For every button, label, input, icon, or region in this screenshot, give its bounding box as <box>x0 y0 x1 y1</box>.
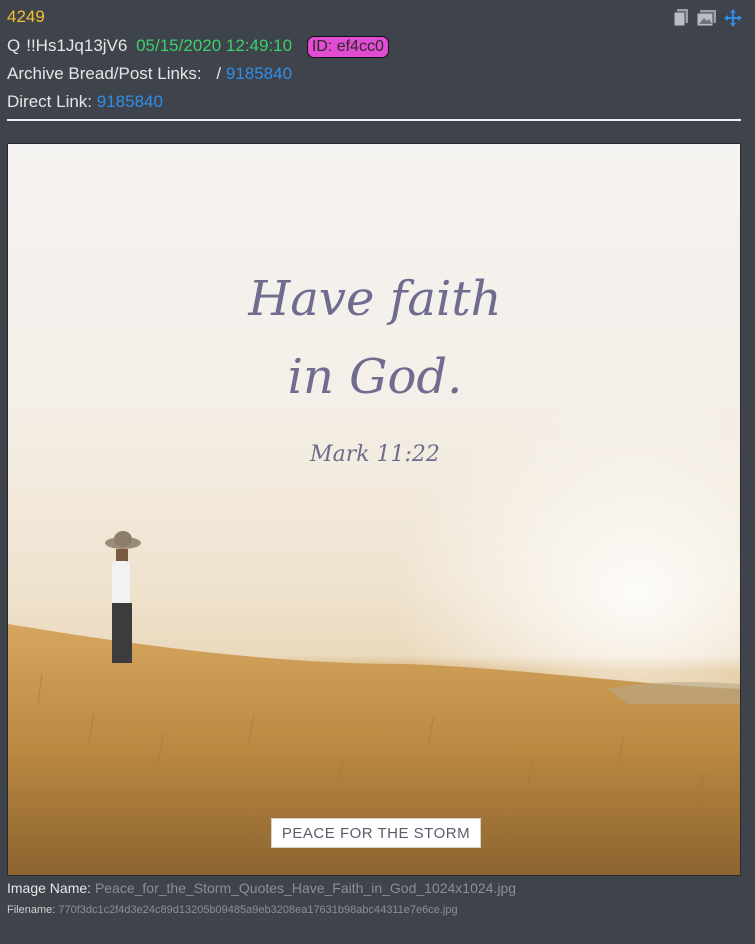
divider <box>7 119 741 121</box>
direct-link-row: Direct Link: 9185840 <box>7 92 163 112</box>
image-name-row: Image Name: Peace_for_the_Storm_Quotes_H… <box>7 880 516 896</box>
brand-label: PEACE FOR THE STORM <box>271 818 481 848</box>
post-tripcode: !!Hs1Jq13jV6 <box>26 36 128 55</box>
grass-field <box>8 624 740 875</box>
archive-label: Archive Bread/Post Links: <box>7 64 202 83</box>
post-image[interactable]: Have faith in God. Mark 11:22 PEACE FOR … <box>7 143 741 876</box>
quote-line-2: in God. <box>287 349 463 405</box>
post-number: 4249 <box>7 7 45 26</box>
id-badge[interactable]: ID: ef4cc0 <box>306 36 389 58</box>
quote-reference: Mark 11:22 <box>310 442 440 467</box>
person-figure <box>105 531 141 663</box>
image-icon[interactable] <box>697 8 717 28</box>
archive-link[interactable]: 9185840 <box>226 64 292 83</box>
copy-icon[interactable] <box>671 8 691 28</box>
post-datetime: 05/15/2020 12:49:10 <box>136 36 293 55</box>
post-author: Q <box>7 36 21 55</box>
filename-row: Filename: 770f3dc1c2f4d3e24c89d13205b094… <box>7 904 458 916</box>
move-icon[interactable] <box>723 8 743 28</box>
quote-line-1: Have faith <box>248 271 502 327</box>
image-name-value[interactable]: Peace_for_the_Storm_Quotes_Have_Faith_in… <box>95 880 516 896</box>
image-name-label: Image Name: <box>7 880 92 896</box>
direct-link-label: Direct Link: <box>7 92 93 111</box>
filename-label: Filename: <box>7 904 56 916</box>
direct-link[interactable]: 9185840 <box>97 92 163 111</box>
post-header: Q !!Hs1Jq13jV6 05/15/2020 12:49:10 ID: ef… <box>7 36 389 58</box>
post-toolbar <box>671 8 743 28</box>
archive-links-row: Archive Bread/Post Links: / 9185840 <box>7 64 292 84</box>
archive-separator: / <box>216 64 222 83</box>
filename-value[interactable]: 770f3dc1c2f4d3e24c89d13205b09485a9eb3208… <box>58 904 457 916</box>
